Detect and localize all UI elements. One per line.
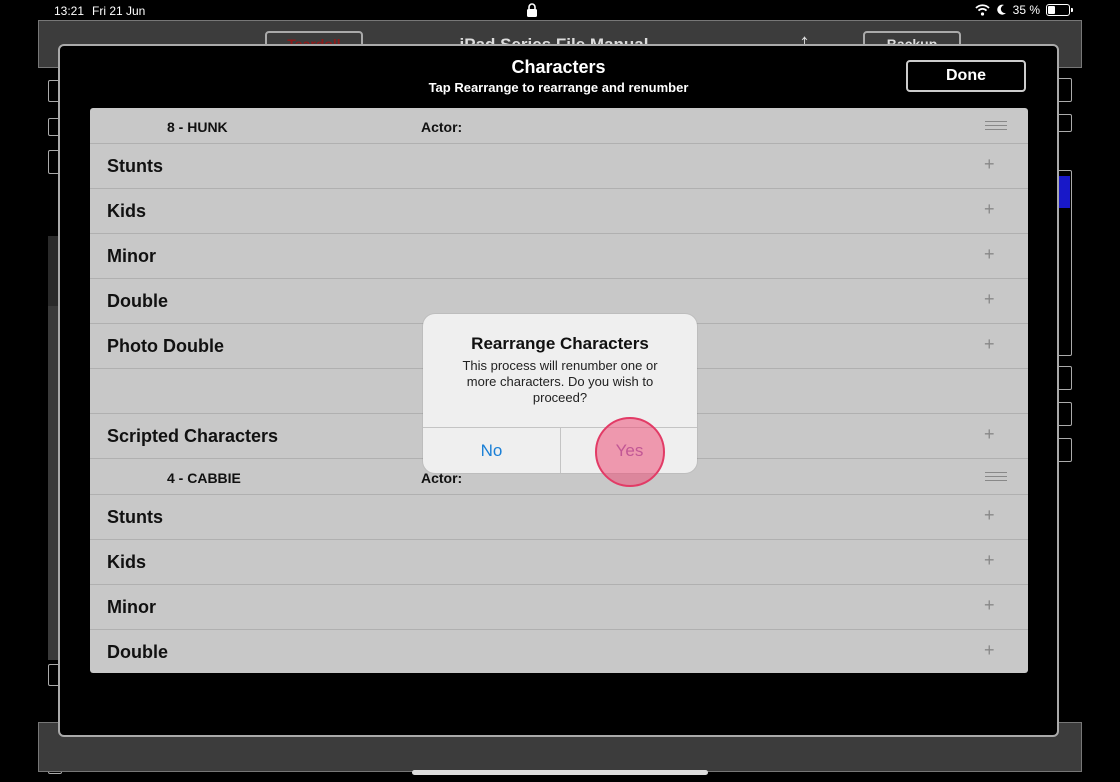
add-icon[interactable]: +	[984, 199, 995, 220]
add-icon[interactable]: +	[984, 289, 995, 310]
category-label: Minor	[107, 597, 156, 617]
status-time: 13:21	[54, 4, 85, 18]
done-button[interactable]: Done	[906, 60, 1026, 92]
character-name: 8 - HUNK	[167, 119, 228, 135]
character-name: 4 - CABBIE	[167, 470, 241, 486]
lock-icon	[527, 3, 537, 17]
status-right: 35 %	[974, 3, 1073, 17]
category-row[interactable]: Double +	[90, 630, 1028, 673]
add-icon[interactable]: +	[984, 154, 995, 175]
status-date: Fri 21 Jun	[92, 4, 146, 18]
category-label: Kids	[107, 201, 147, 221]
status-bar: 13:21 Fri 21 Jun 35 %	[0, 0, 1120, 22]
category-label: Stunts	[107, 156, 163, 176]
alert-message: This process will renumber one or more c…	[462, 358, 658, 405]
category-label: Kids	[107, 552, 147, 572]
add-icon[interactable]: +	[984, 424, 995, 445]
category-label: Scripted Characters	[107, 426, 279, 446]
battery-percent: 35 %	[1012, 3, 1040, 17]
background-right-panel	[1056, 76, 1078, 726]
category-row[interactable]: Minor +	[90, 234, 1028, 279]
add-icon[interactable]: +	[984, 244, 995, 265]
touch-indicator	[595, 417, 665, 487]
background-right-accent	[1058, 176, 1070, 208]
battery-icon	[1046, 4, 1073, 16]
reorder-handle-icon[interactable]	[985, 472, 1007, 482]
character-row[interactable]: 8 - HUNK Actor:	[90, 108, 1028, 144]
battery-fill	[1048, 6, 1055, 14]
category-label: Double	[107, 291, 168, 311]
alert-title: Rearrange Characters	[471, 334, 649, 353]
category-row[interactable]: Stunts +	[90, 495, 1028, 540]
reorder-handle-icon[interactable]	[985, 121, 1007, 131]
alert-no-button[interactable]: No	[423, 428, 560, 473]
actor-label: Actor:	[421, 119, 463, 135]
category-label: Photo Double	[107, 336, 224, 356]
moon-icon	[996, 4, 1006, 15]
category-label: Minor	[107, 246, 156, 266]
add-icon[interactable]: +	[984, 505, 995, 526]
add-icon[interactable]: +	[984, 640, 995, 661]
category-row[interactable]: Kids +	[90, 540, 1028, 585]
add-icon[interactable]: +	[984, 595, 995, 616]
category-label: Double	[107, 642, 168, 662]
category-row[interactable]: Minor +	[90, 585, 1028, 630]
category-row[interactable]: Stunts +	[90, 144, 1028, 189]
home-indicator	[412, 770, 708, 775]
category-label: Stunts	[107, 507, 163, 527]
category-row[interactable]: Kids +	[90, 189, 1028, 234]
screen: 13:21 Fri 21 Jun 35 % Teardoll iPad Seri…	[0, 0, 1120, 782]
wifi-icon	[974, 4, 990, 16]
add-icon[interactable]: +	[984, 550, 995, 571]
add-icon[interactable]: +	[984, 334, 995, 355]
